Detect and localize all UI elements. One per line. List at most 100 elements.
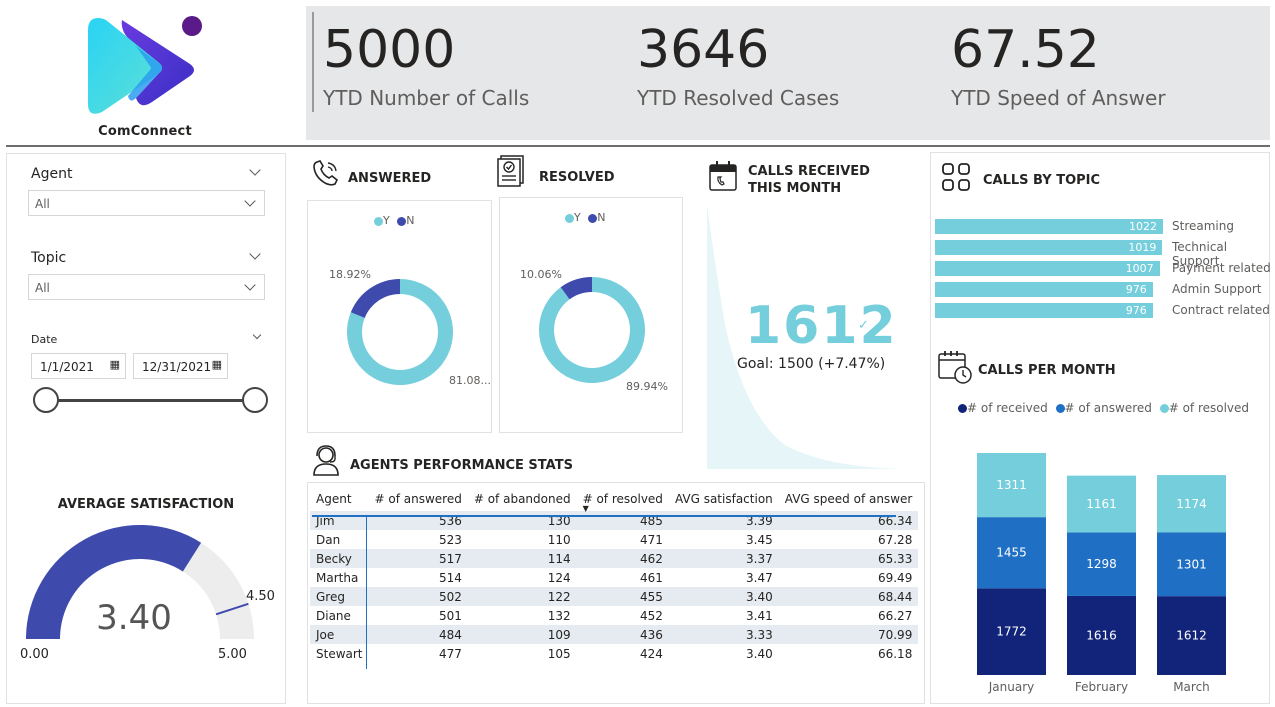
col-satisfaction[interactable]: AVG satisfaction (669, 487, 779, 511)
date-end-value: 12/31/2021 (142, 360, 212, 374)
month-axis-label: January (988, 680, 1035, 694)
table-cell: Greg (310, 587, 369, 606)
legend-received-dot (958, 404, 967, 413)
table-cell: 461 (640, 570, 663, 585)
table-row[interactable]: Stewart 477 105 424 3.40 66.18 (310, 644, 918, 663)
date-end-input[interactable]: 12/31/2021 ▦ (133, 353, 228, 379)
legend-resolved-dot (1159, 404, 1169, 413)
legend-y-label: Y (574, 211, 581, 224)
legend-answered-dot (1055, 404, 1065, 413)
table-cell: 66.34 (778, 511, 919, 530)
kpi-calls: 5000 YTD Number of Calls (323, 24, 529, 110)
topic-bar-label: Payment related (1172, 261, 1271, 275)
month-axis-label: March (1173, 680, 1210, 694)
agents-table: Agent # of answered # of abandoned # of … (310, 487, 919, 663)
table-cell: 109 (467, 625, 577, 644)
date-slider-start-handle[interactable] (33, 387, 59, 413)
table-cell: 66.27 (877, 608, 913, 623)
legend-received-label: # of received (967, 401, 1048, 415)
gauge-min-label: 0.00 (20, 647, 49, 662)
table-column-divider (366, 517, 367, 669)
document-check-icon (497, 153, 531, 191)
answered-donut (347, 279, 453, 385)
table-header-underline (312, 515, 896, 517)
grid-icon (941, 162, 971, 196)
donut-slice-n (350, 279, 400, 318)
topic-dropdown[interactable]: All (28, 274, 265, 300)
legend-n-dot (588, 213, 598, 223)
date-slider-track[interactable] (46, 399, 255, 402)
table-row[interactable]: Dan 523 110 471 3.45 67.28 (310, 530, 918, 549)
legend-n-dot (397, 216, 407, 226)
gauge-target-label: 4.50 (246, 589, 275, 604)
stack-value-label: 1301 (1176, 557, 1207, 571)
table-cell: 452 (640, 608, 663, 623)
table-cell: 477 (438, 646, 462, 661)
date-start-input[interactable]: 1/1/2021 ▦ (31, 353, 126, 379)
table-row[interactable]: Jim 536 130 485 3.39 66.34 (310, 511, 919, 530)
calls-per-month-chart: 1772 1455 1311 January 1616 1298 1161 February 1… (977, 453, 1226, 694)
table-cell: Martha (316, 570, 359, 585)
kpi-speed-value: 67.52 (951, 20, 1100, 80)
stack-value-label: 1311 (996, 478, 1027, 492)
table-row[interactable]: Diane 501 132 452 3.41 66.27 (310, 606, 918, 625)
resolved-n-pct: 10.06% (520, 268, 562, 281)
resolved-y-pct: 89.94% (626, 380, 668, 393)
agent-dropdown[interactable]: All (28, 190, 265, 216)
topic-bar-value: 1022 (1129, 220, 1157, 233)
calls-month-goal: Goal: 1500 (+7.47%) (737, 356, 886, 372)
month-axis-label: February (1075, 680, 1128, 694)
table-cell: 69.49 (877, 570, 913, 585)
table-cell: Diane (316, 608, 351, 623)
col-speed[interactable]: AVG speed of answer (779, 487, 919, 511)
kpi-resolved-value: 3646 (637, 20, 770, 80)
header-divider (6, 145, 1270, 147)
stack-value-label: 1612 (1176, 629, 1207, 643)
check-icon: ✓ (858, 318, 869, 333)
table-cell: 70.99 (778, 625, 919, 644)
date-slider-end-handle[interactable] (242, 387, 268, 413)
table-cell: 436 (576, 625, 669, 644)
calendar-icon: ▦ (211, 358, 222, 371)
chevron-down-icon (244, 279, 256, 291)
stack-value-label: 1616 (1086, 628, 1117, 642)
table-cell: 68.44 (778, 587, 919, 606)
table-cell: 3.45 (746, 532, 773, 547)
sort-desc-icon: ▼ (582, 504, 589, 513)
table-row[interactable]: Martha 514 124 461 3.47 69.49 (310, 568, 918, 587)
col-answered[interactable]: # of answered (369, 487, 468, 511)
date-start-value: 1/1/2021 (40, 360, 94, 374)
topic-dropdown-value: All (35, 281, 50, 295)
col-resolved[interactable]: # of resolved ▼ (577, 487, 669, 513)
agent-slicer-label: Agent (31, 166, 73, 182)
legend-y-label: Y (383, 214, 390, 227)
donut-slice-y (539, 277, 645, 383)
col-abandoned[interactable]: # of abandoned (468, 487, 577, 511)
table-row[interactable]: Becky 517 114 462 3.37 65.33 (310, 549, 919, 568)
legend-y-dot (374, 216, 383, 226)
col-agent[interactable]: Agent (310, 487, 369, 511)
gauge-value: 3.40 (96, 598, 172, 638)
table-cell: Jim (310, 511, 369, 530)
calendar-icon: ▦ (109, 358, 120, 371)
table-row[interactable]: Greg 502 122 455 3.40 68.44 (310, 587, 919, 606)
calendar-phone-icon (708, 160, 738, 196)
table-cell: 424 (640, 646, 663, 661)
table-cell: 484 (368, 625, 468, 644)
topic-bar-label: Streaming (1172, 219, 1234, 233)
resolved-legend: Y N (565, 211, 605, 224)
table-cell: 501 (438, 608, 462, 623)
per-month-title: CALLS PER MONTH (978, 363, 1116, 378)
calls-month-value: 1612 (745, 296, 898, 356)
resolved-donut (539, 277, 645, 383)
table-row[interactable]: Joe 484 109 436 3.33 70.99 (310, 625, 919, 644)
topic-bar-value: 1019 (1128, 241, 1157, 254)
table-cell: 122 (467, 587, 577, 606)
topic-slicer-label: Topic (31, 250, 67, 266)
table-cell: 536 (368, 511, 468, 530)
col-resolved-label: # of resolved (582, 492, 663, 506)
table-cell: Joe (310, 625, 369, 644)
table-cell: 105 (547, 646, 571, 661)
kpi-speed-label: YTD Speed of Answer (951, 86, 1166, 110)
topics-title: CALLS BY TOPIC (983, 173, 1101, 188)
